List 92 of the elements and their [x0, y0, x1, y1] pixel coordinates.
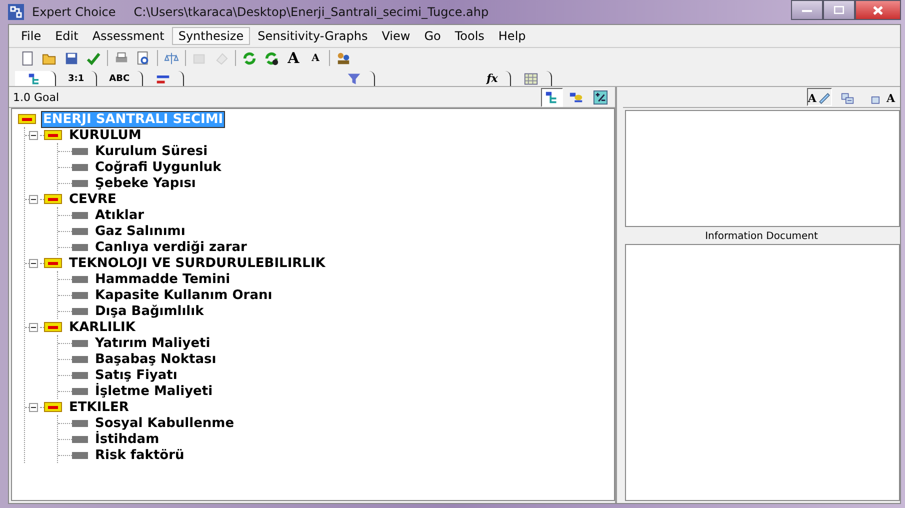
- font-increase-button[interactable]: A: [285, 50, 302, 66]
- leaf-icon: [72, 180, 88, 186]
- windows-icon: [841, 92, 854, 105]
- minimize-button[interactable]: [791, 0, 823, 20]
- leaf-icon: [72, 276, 88, 282]
- people-icon: [336, 50, 351, 66]
- subcriterion-node[interactable]: Başabaş Noktası: [94, 352, 218, 366]
- criterion-node[interactable]: KURULUM: [68, 128, 142, 142]
- leaf-icon: [72, 372, 88, 378]
- subcriterion-node[interactable]: Yatırım Maliyeti: [94, 336, 212, 350]
- document-icon: [214, 50, 229, 66]
- document-title: Information Document: [704, 230, 819, 244]
- file-path: C:\Users\tkaraca\Desktop\Enerji_Santrali_secimi_Tugce.ahp: [134, 5, 489, 19]
- subcriterion-node[interactable]: Gaz Salınımı: [94, 224, 186, 238]
- app-icon: [8, 4, 24, 20]
- hierarchy-icon: [544, 90, 560, 104]
- leaf-icon: [72, 436, 88, 442]
- plus-minus-icon: [592, 90, 608, 104]
- subcriterion-node[interactable]: Atıklar: [94, 208, 146, 222]
- subcriterion-node[interactable]: Kapasite Kullanım Oranı: [94, 288, 274, 302]
- subcriterion-node[interactable]: Canlıya verdiği zarar: [94, 240, 248, 254]
- menu-item[interactable]: Tools: [448, 27, 490, 45]
- subcriterion-node[interactable]: Dışa Bağımlılık: [94, 304, 205, 318]
- node-icon: [44, 258, 62, 268]
- subcriterion-node[interactable]: Sosyal Kabullenme: [94, 416, 236, 430]
- node-icon: [44, 130, 62, 140]
- maximize-button[interactable]: [823, 0, 855, 20]
- criterion-node[interactable]: CEVRE: [68, 192, 118, 206]
- subcriterion-node[interactable]: Kurulum Süresi: [94, 144, 209, 158]
- leaf-icon: [72, 356, 88, 362]
- node-icon: [18, 114, 36, 124]
- print-icon: [114, 50, 129, 66]
- criterion-node[interactable]: ETKILER: [68, 400, 130, 414]
- leaf-icon: [72, 308, 88, 314]
- view-tab[interactable]: [142, 71, 184, 86]
- subcriterion-node[interactable]: İşletme Maliyeti: [94, 384, 214, 398]
- node-icon: [44, 322, 62, 332]
- subcriterion-node[interactable]: İstihdam: [94, 432, 160, 446]
- close-button[interactable]: [855, 0, 901, 20]
- collapse-toggle[interactable]: [29, 258, 38, 268]
- print-preview-icon: [136, 50, 151, 66]
- subcriterion-node[interactable]: Risk faktörü: [94, 448, 186, 462]
- menu-item[interactable]: Go: [418, 27, 447, 45]
- leaf-icon: [72, 212, 88, 218]
- menu-item[interactable]: Edit: [49, 27, 84, 45]
- refresh-icon: [242, 50, 257, 66]
- text-area[interactable]: [625, 110, 900, 227]
- text-tool-button[interactable]: A: [870, 88, 896, 106]
- maximize-icon: [834, 6, 844, 14]
- menu-item[interactable]: Sensitivity-Graphs: [252, 27, 374, 45]
- menu-item[interactable]: Help: [492, 27, 532, 45]
- leaf-icon: [72, 228, 88, 234]
- close-icon: [873, 6, 883, 14]
- view-tab[interactable]: [15, 71, 56, 86]
- collapse-toggle[interactable]: [29, 130, 38, 140]
- leaf-icon: [72, 452, 88, 458]
- menu-item[interactable]: Assessment: [86, 27, 170, 45]
- leaf-icon: [72, 420, 88, 426]
- leaf-icon: [72, 388, 88, 394]
- funnel-icon: [346, 72, 362, 86]
- collapse-toggle[interactable]: [29, 194, 38, 204]
- menu-item[interactable]: Synthesize: [172, 27, 250, 45]
- menu-item[interactable]: View: [376, 27, 416, 45]
- subcriterion-node[interactable]: Hammadde Temini: [94, 272, 232, 286]
- collapse-toggle[interactable]: [29, 322, 38, 332]
- scale-icon: [164, 50, 179, 66]
- subcriterion-node[interactable]: Satış Fiyatı: [94, 368, 178, 382]
- criterion-node[interactable]: TEKNOLOJI VE SURDURULEBILIRLIK: [68, 256, 326, 270]
- leaf-icon: [72, 340, 88, 346]
- font-decrease-button[interactable]: A: [307, 50, 324, 66]
- new-file-icon: [20, 50, 35, 66]
- checkmark-icon: [86, 50, 101, 66]
- pencil-icon: [818, 92, 832, 105]
- view-button[interactable]: [541, 88, 563, 106]
- subcriterion-node[interactable]: Coğrafi Uygunluk: [94, 160, 222, 174]
- refresh-button[interactable]: [263, 50, 280, 66]
- collapse-toggle[interactable]: [29, 402, 38, 412]
- menu-item[interactable]: File: [15, 27, 48, 45]
- leaf-icon: [72, 292, 88, 298]
- leaf-icon: [72, 148, 88, 154]
- criterion-node[interactable]: KARLILIK: [68, 320, 136, 334]
- node-icon: [44, 194, 62, 204]
- refresh-icon: [264, 50, 279, 66]
- leaf-icon: [72, 164, 88, 170]
- grid-icon: [522, 72, 539, 86]
- subcriterion-node[interactable]: Şebeke Yapısı: [94, 176, 197, 190]
- minimize-icon: [802, 7, 812, 13]
- node-icon: [44, 402, 62, 412]
- window-title: Expert Choice: [32, 5, 116, 19]
- node-path: 1.0 Goal: [13, 90, 60, 104]
- leaf-icon: [72, 244, 88, 250]
- save-icon: [64, 50, 79, 66]
